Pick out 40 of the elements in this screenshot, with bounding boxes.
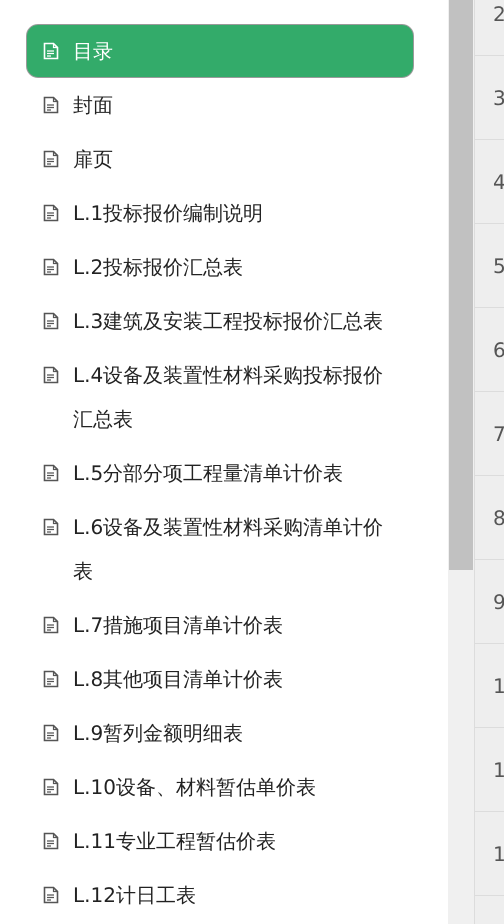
- document-icon: [43, 886, 59, 904]
- document-icon: [43, 670, 59, 688]
- document-icon: [43, 518, 59, 536]
- row-number: 1: [493, 758, 504, 782]
- outline-item[interactable]: L.4设备及装置性材料采购投标报价汇总表: [26, 348, 414, 446]
- document-icon: [43, 616, 59, 634]
- outline-item[interactable]: L.7措施项目清单计价表: [26, 598, 414, 652]
- document-icon: [43, 724, 59, 742]
- document-icon: [43, 366, 59, 384]
- outline-item[interactable]: L.11专业工程暂估价表: [26, 814, 414, 868]
- document-icon: [43, 96, 59, 114]
- row-number: 3: [493, 86, 504, 110]
- outline-item[interactable]: L.10设备、材料暂估单价表: [26, 760, 414, 814]
- outline-item[interactable]: L.2投标报价汇总表: [26, 240, 414, 294]
- scrollbar-thumb[interactable]: [449, 0, 473, 570]
- document-icon: [43, 464, 59, 482]
- outline-item[interactable]: L.8其他项目清单计价表: [26, 652, 414, 706]
- row-number: 2: [493, 2, 504, 26]
- outline-item[interactable]: 封面: [26, 78, 414, 132]
- outline-item[interactable]: L.1投标报价编制说明: [26, 186, 414, 240]
- document-icon: [43, 150, 59, 168]
- outline-item[interactable]: 扉页: [26, 132, 414, 186]
- outline-item[interactable]: L.12计日工表: [26, 868, 414, 922]
- document-icon: [43, 258, 59, 276]
- document-icon: [43, 832, 59, 850]
- row-number: 9: [493, 590, 504, 614]
- row-number: 5: [493, 254, 504, 278]
- outline-item[interactable]: L.5分部分项工程量清单计价表: [26, 446, 414, 500]
- row-number: 1: [493, 842, 504, 866]
- document-icon: [43, 42, 59, 60]
- row-number: 1: [493, 674, 504, 698]
- row-number: 7: [493, 422, 504, 446]
- outline-item[interactable]: L.9暂列金额明细表: [26, 706, 414, 760]
- document-icon: [43, 312, 59, 330]
- outline-item[interactable]: L.3建筑及安装工程投标报价汇总表: [26, 294, 414, 348]
- document-icon: [43, 204, 59, 222]
- row-number: 8: [493, 506, 504, 530]
- scrollbar[interactable]: [448, 0, 474, 924]
- outline-item[interactable]: L.6设备及装置性材料采购清单计价表: [26, 500, 414, 598]
- document-icon: [43, 778, 59, 796]
